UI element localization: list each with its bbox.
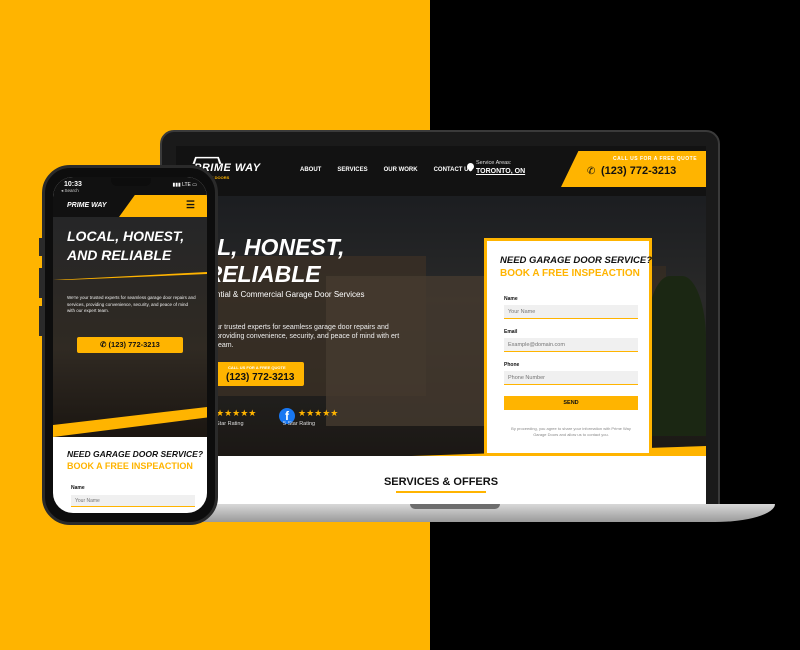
mobile-hero-line1: LOCAL, HONEST, xyxy=(67,228,185,244)
email-field[interactable] xyxy=(504,338,638,352)
form-subtitle: BOOK A FREE INSPEACTION xyxy=(500,268,640,279)
phone-frame: 10:33 ◂ Search ▮▮▮ LTE ▭ PRIME WAY ☰ LOC… xyxy=(39,165,218,525)
service-area-label: Service Areas: xyxy=(476,160,512,166)
mobile-name-field[interactable] xyxy=(71,495,195,507)
mobile-hero-line2: AND RELIABLE xyxy=(67,247,172,263)
phone-side-button xyxy=(39,238,42,256)
phone-side-button xyxy=(39,306,42,336)
service-area-city[interactable]: TORONTO, ON xyxy=(476,168,525,175)
main-nav: ABOUT SERVICES OUR WORK CONTACT US xyxy=(300,167,472,173)
mobile-form-subtitle: BOOK A FREE INSPEACTION xyxy=(67,461,193,471)
mobile-call-number: (123) 772-3213 xyxy=(108,340,160,349)
mobile-description: We're your trusted experts for seamless … xyxy=(67,295,196,313)
rating-label: 5 Star Rating xyxy=(283,421,316,427)
service-area[interactable]: Service Areas: TORONTO, ON xyxy=(476,160,525,175)
site-header: PRIME WAY GARAGE DOORS ABOUT SERVICES OU… xyxy=(176,146,706,196)
phone-field[interactable] xyxy=(504,371,638,385)
nav-about[interactable]: ABOUT xyxy=(300,167,321,173)
form-title: NEED GARAGE DOOR SERVICE? xyxy=(500,255,653,266)
mobile-form-title: NEED GARAGE DOOR SERVICE? xyxy=(67,449,204,459)
phone-side-button xyxy=(39,268,42,298)
hero-description: ur trusted experts for seamless garage d… xyxy=(216,324,400,349)
header-call-box[interactable]: CALL US FOR A FREE QUOTE ✆ (123) 772-321… xyxy=(561,151,706,187)
hero-call-number: (123) 772-3213 xyxy=(226,372,295,383)
star-rating-icon: ★★★★★ xyxy=(216,408,257,418)
hero-call-label: CALL US FOR A FREE QUOTE xyxy=(228,365,286,370)
mobile-logo[interactable]: PRIME WAY xyxy=(67,202,107,209)
back-to-search[interactable]: ◂ Search xyxy=(61,188,79,194)
header-call-label: CALL US FOR A FREE QUOTE xyxy=(613,156,698,162)
status-time: 10:33 xyxy=(64,181,82,188)
star-rating-icon: ★★★★★ xyxy=(298,408,339,418)
phone-label: Phone xyxy=(504,362,520,368)
rating-label: Star Rating xyxy=(216,421,244,427)
services-title: SERVICES & OFFERS xyxy=(383,476,499,488)
camera-notch xyxy=(111,178,151,186)
services-underline xyxy=(396,491,486,493)
phone-screen: 10:33 ◂ Search ▮▮▮ LTE ▭ PRIME WAY ☰ LOC… xyxy=(53,177,207,513)
mobile-hero-title: LOCAL, HONEST, AND RELIABLE xyxy=(67,227,184,265)
laptop-screen: PRIME WAY GARAGE DOORS ABOUT SERVICES OU… xyxy=(176,146,706,506)
hero-call-button[interactable]: CALL US FOR A FREE QUOTE (123) 772-3213 xyxy=(216,362,304,386)
mobile-name-label: Name xyxy=(71,485,85,491)
header-call-number[interactable]: (123) 772-3213 xyxy=(601,165,676,177)
quote-form: NEED GARAGE DOOR SERVICE? BOOK A FREE IN… xyxy=(484,238,652,456)
laptop-notch xyxy=(410,504,500,509)
nav-services[interactable]: SERVICES xyxy=(337,167,367,173)
hero-subtitle: ntial & Commercial Garage Door Services xyxy=(216,290,365,299)
nav-our-work[interactable]: OUR WORK xyxy=(384,167,418,173)
name-label: Name xyxy=(504,296,518,302)
services-section: SERVICES & OFFERS xyxy=(176,456,706,506)
laptop-frame: PRIME WAY GARAGE DOORS ABOUT SERVICES OU… xyxy=(160,130,720,508)
form-disclaimer: By proceeding, you agree to share your i… xyxy=(511,426,631,437)
send-button[interactable]: SEND xyxy=(504,396,638,410)
email-label: Email xyxy=(504,329,518,335)
name-field[interactable] xyxy=(504,305,638,319)
hamburger-menu-icon[interactable]: ☰ xyxy=(186,200,195,211)
phone-icon: ✆ xyxy=(587,166,596,177)
signal-icon: ▮▮▮ LTE ▭ xyxy=(172,182,197,188)
mobile-call-button[interactable]: ✆ (123) 772-3213 xyxy=(77,337,183,353)
